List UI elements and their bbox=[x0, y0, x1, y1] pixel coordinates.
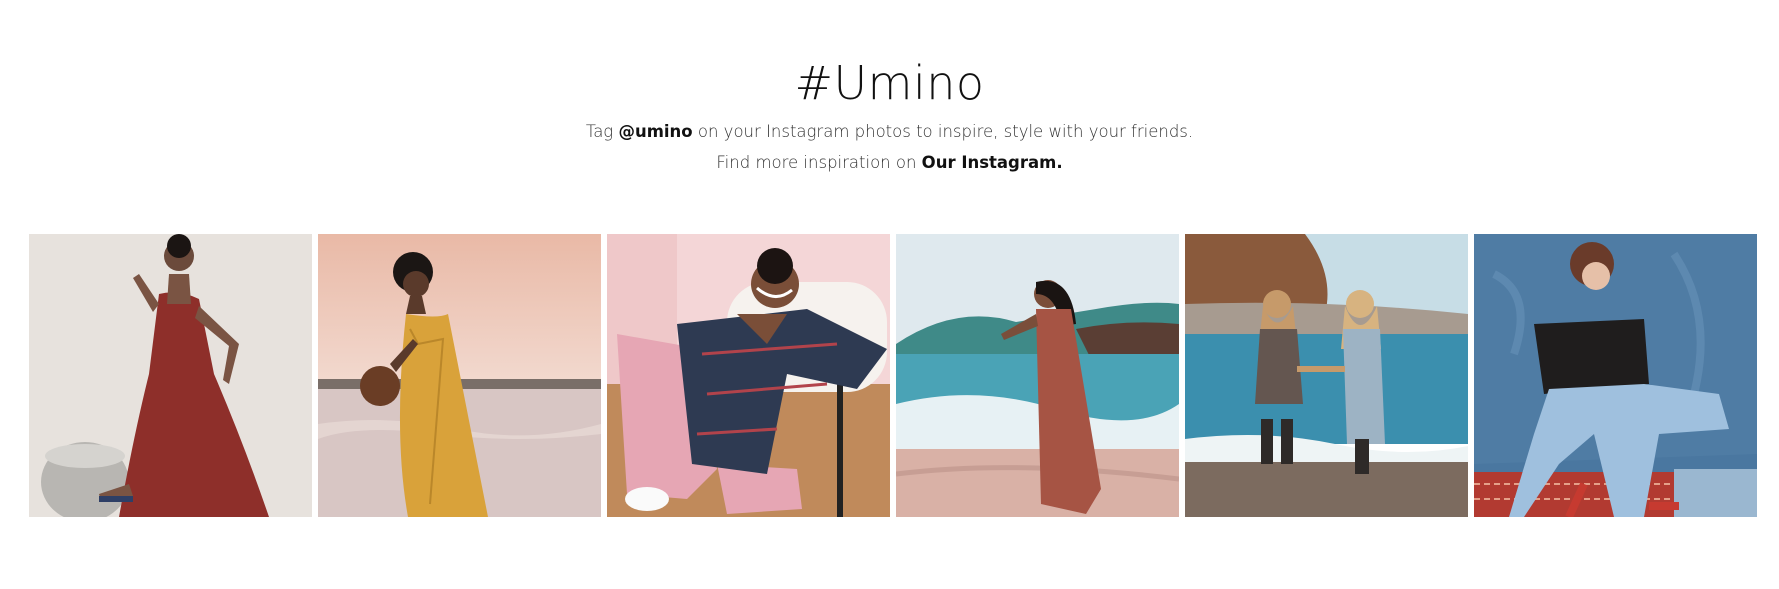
inspiration-line: Find more inspiration on Our Instagram. bbox=[0, 147, 1779, 178]
photo-image bbox=[318, 234, 601, 517]
section-title: #Umino bbox=[794, 56, 985, 110]
tag-prefix: Tag bbox=[585, 122, 619, 141]
instagram-photo-2[interactable] bbox=[318, 234, 601, 517]
instagram-photo-1[interactable] bbox=[29, 234, 312, 517]
instagram-section-header: #Umino Tag @umino on your Instagram phot… bbox=[0, 50, 1779, 178]
instagram-handle: @umino bbox=[618, 122, 693, 141]
instagram-photo-3[interactable] bbox=[607, 234, 890, 517]
photo-image bbox=[607, 234, 890, 517]
inspiration-prefix: Find more inspiration on bbox=[716, 153, 922, 172]
instagram-photo-5[interactable] bbox=[1185, 234, 1468, 517]
tag-suffix: on your Instagram photos to inspire, sty… bbox=[692, 122, 1194, 141]
photo-image bbox=[1474, 234, 1757, 517]
instagram-gallery bbox=[29, 234, 1757, 517]
photo-image bbox=[1185, 234, 1468, 517]
our-instagram-link[interactable]: Our Instagram. bbox=[922, 153, 1063, 172]
instagram-photo-4[interactable] bbox=[896, 234, 1179, 517]
tag-instructions: Tag @umino on your Instagram photos to i… bbox=[0, 116, 1779, 147]
photo-image bbox=[896, 234, 1179, 517]
instagram-photo-6[interactable] bbox=[1474, 234, 1757, 517]
photo-image bbox=[29, 234, 312, 517]
